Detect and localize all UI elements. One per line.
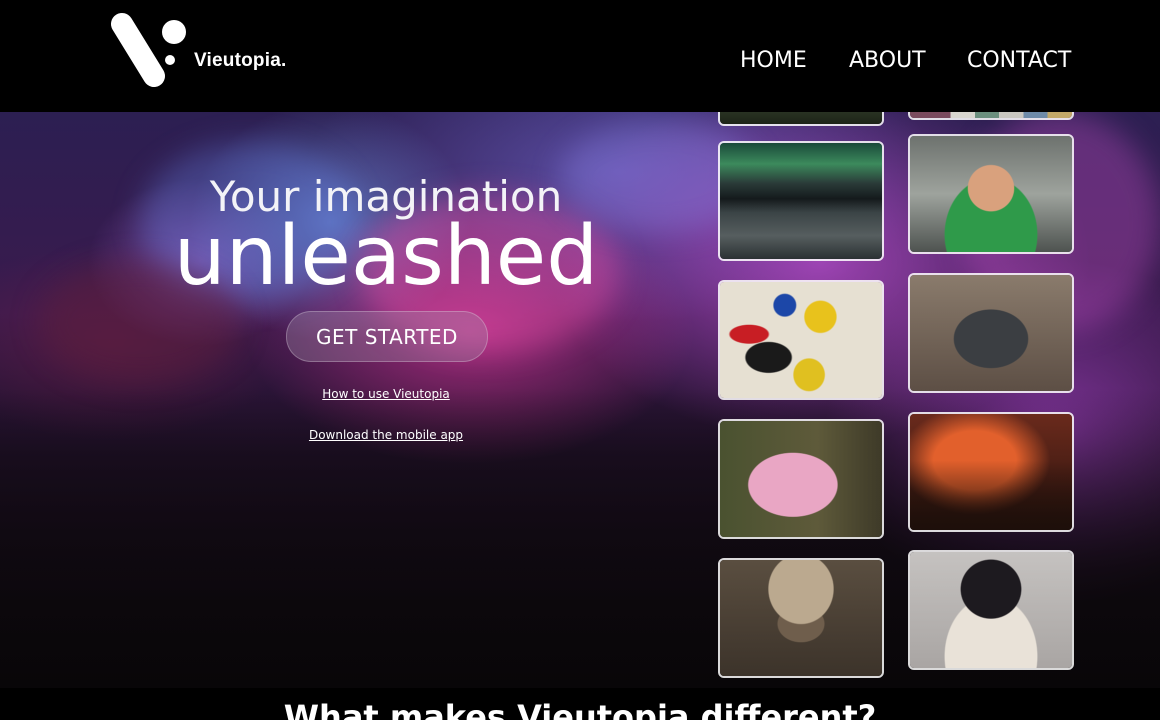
features-section: What makes Vieutopia different? <box>0 688 1160 720</box>
nav-about[interactable]: ABOUT <box>849 48 926 73</box>
brand-logo[interactable]: Vieutopia. <box>110 12 300 92</box>
gallery-card-anime-girl[interactable] <box>908 550 1074 670</box>
nav-home[interactable]: HOME <box>740 48 807 73</box>
hero-section: Your imagination unleashed GET STARTED H… <box>0 112 772 688</box>
how-to-use-link[interactable]: How to use Vieutopia <box>0 387 772 401</box>
brand-name: Vieutopia. <box>194 50 287 71</box>
gallery-card-robot[interactable] <box>908 273 1074 393</box>
hero-title: unleashed <box>173 209 599 304</box>
vieutopia-logo-icon <box>111 13 186 87</box>
nav-contact[interactable]: CONTACT <box>967 48 1071 73</box>
get-started-button[interactable]: GET STARTED <box>286 311 488 362</box>
download-app-link[interactable]: Download the mobile app <box>0 428 772 442</box>
gallery-card-green-hero[interactable] <box>908 134 1074 254</box>
site-header: Vieutopia. HOME ABOUT CONTACT <box>0 0 1160 112</box>
gallery-card-windmill-fire[interactable] <box>908 412 1074 532</box>
section-title: What makes Vieutopia different? <box>283 698 877 720</box>
